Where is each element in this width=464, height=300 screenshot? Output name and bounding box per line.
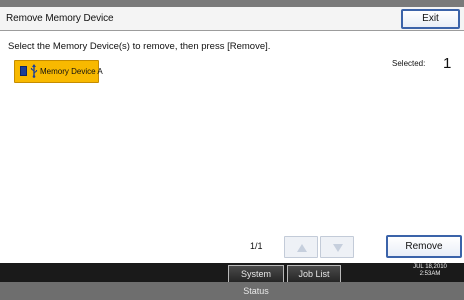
date-time-display: JUL 18,2010 2:53AM [396,264,464,278]
top-strip [0,0,464,7]
instruction-text: Select the Memory Device(s) to remove, t… [8,41,271,52]
usb-icon [30,64,38,78]
triangle-up-icon [297,244,307,252]
page-indicator: 1/1 [250,241,263,251]
selected-count: 1 [443,55,452,72]
date-display: JUL 18,2010 [413,264,447,270]
page-down-button[interactable] [320,236,354,258]
page-title: Remove Memory Device [6,13,114,24]
page-up-button[interactable] [284,236,318,258]
exit-button[interactable]: Exit [401,9,460,29]
memory-card-icon [20,66,27,76]
job-list-button[interactable]: Job List [287,265,341,282]
system-status-button[interactable]: System Status [228,265,284,296]
memory-device-label: Memory Device A [40,67,103,76]
remove-button[interactable]: Remove [386,235,462,258]
selected-label: Selected: [392,59,426,68]
remove-memory-device-screen: Remove Memory Device Exit Select the Mem… [0,0,464,296]
memory-device-a-button[interactable]: Memory Device A [14,60,103,83]
time-display: 2:53AM [419,271,441,277]
title-bar: Remove Memory Device [0,7,464,31]
triangle-down-icon [333,244,343,252]
